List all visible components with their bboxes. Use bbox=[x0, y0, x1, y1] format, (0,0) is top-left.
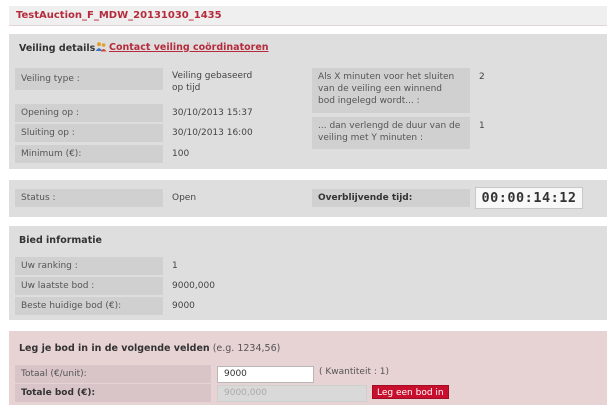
best-bid-label: Beste huidige bod (€): bbox=[15, 297, 163, 315]
total-unit-label: Totaal (€/unit): bbox=[15, 365, 211, 383]
status-label: Status : bbox=[15, 189, 163, 207]
extension-y-value: 1 bbox=[479, 121, 485, 131]
total-bid-input: 9000,000 bbox=[217, 385, 367, 402]
auction-type-value: Veiling gebaseerd op tijd bbox=[172, 71, 253, 93]
ranking-label: Uw ranking : bbox=[15, 257, 163, 275]
extension-x-label: Als X minuten voor het sluiten van de ve… bbox=[312, 68, 470, 113]
status-value: Open bbox=[172, 193, 197, 203]
last-bid-label: Uw laatste bod : bbox=[15, 277, 163, 295]
extension-x-value: 2 bbox=[479, 72, 485, 82]
bid-form-heading-text: Leg je bod in in de volgende velden bbox=[19, 343, 210, 354]
place-bid-button[interactable]: Leg een bod in bbox=[372, 385, 449, 399]
contact-link-wrap[interactable]: Contact veiling coördinatoren bbox=[95, 41, 269, 53]
opening-label: Opening op : bbox=[15, 104, 163, 122]
quantity-hint: ( Kwantiteit : 1) bbox=[319, 367, 389, 377]
bid-info-heading: Bied informatie bbox=[19, 235, 102, 246]
bid-form-heading: Leg je bod in in de volgende velden (e.g… bbox=[19, 343, 280, 354]
details-heading: Veiling details bbox=[19, 43, 96, 54]
auction-title: TestAuction_F_MDW_20131030_1435 bbox=[16, 10, 222, 21]
contact-coordinators-link[interactable]: Contact veiling coördinatoren bbox=[109, 42, 269, 53]
opening-value: 30/10/2013 15:37 bbox=[172, 108, 253, 118]
auction-title-bar: TestAuction_F_MDW_20131030_1435 bbox=[9, 6, 607, 26]
bid-form-heading-hint: (e.g. 1234,56) bbox=[209, 343, 281, 354]
remaining-time-counter: 00:00:14:12 bbox=[475, 187, 583, 209]
ranking-value: 1 bbox=[172, 261, 178, 271]
minimum-value: 100 bbox=[172, 149, 190, 159]
minimum-label: Minimum (€): bbox=[15, 145, 163, 163]
best-bid-value: 9000 bbox=[172, 301, 195, 311]
auction-type-label: Veiling type : bbox=[15, 68, 163, 90]
total-unit-input[interactable]: 9000 bbox=[217, 366, 314, 383]
people-icon bbox=[95, 42, 107, 52]
extension-y-label: ... dan verlengd de duur van de veiling … bbox=[312, 117, 470, 149]
remaining-time-label: Overblijvende tijd: bbox=[312, 189, 470, 207]
closing-value: 30/10/2013 16:00 bbox=[172, 128, 253, 138]
total-bid-label: Totale bod (€): bbox=[15, 384, 211, 402]
closing-label: Sluiting op : bbox=[15, 124, 163, 142]
last-bid-value: 9000,000 bbox=[172, 281, 215, 291]
